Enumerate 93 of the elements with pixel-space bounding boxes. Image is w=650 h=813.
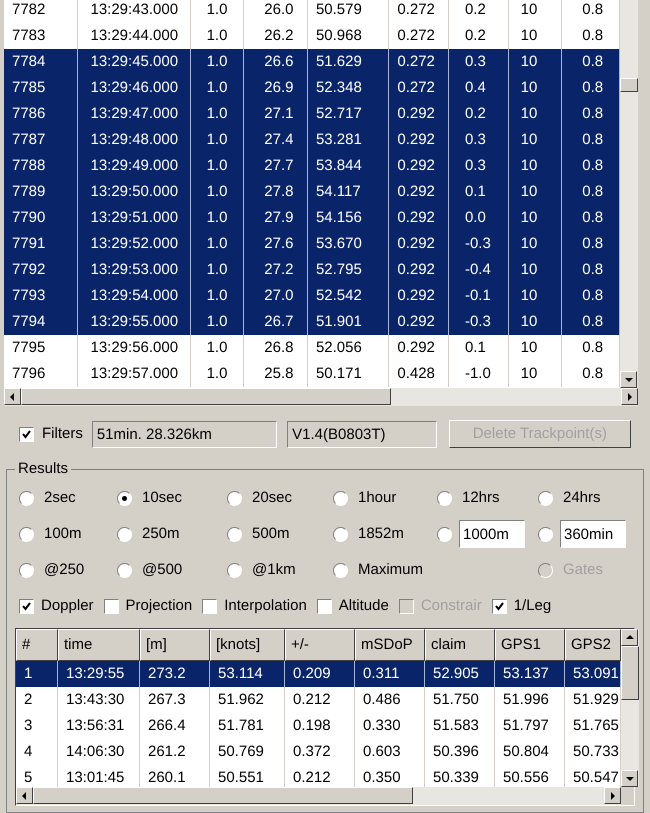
column-header[interactable]: +/- bbox=[285, 629, 355, 661]
option-label: @500 bbox=[142, 560, 182, 580]
radio-button[interactable] bbox=[437, 526, 452, 542]
checkbox-label: Doppler bbox=[41, 596, 94, 616]
table-row[interactable]: 7791 13:29:52.000 1.0 27.6 53.670 0.292 -0.3 10 0.8 bbox=[4, 231, 620, 257]
column-header[interactable]: [knots] bbox=[210, 629, 285, 661]
table-row[interactable]: 7792 13:29:53.000 1.0 27.2 52.795 0.292 -0.4 10 0.8 bbox=[4, 257, 620, 283]
table-row[interactable]: 7784 13:29:45.000 1.0 26.6 51.629 0.272 0.3 10 0.8 bbox=[4, 49, 620, 75]
scrollbar-thumb[interactable] bbox=[621, 646, 639, 700]
checkbox[interactable] bbox=[19, 598, 34, 614]
option-label: 10sec bbox=[142, 488, 182, 508]
option-label: 24hrs bbox=[563, 488, 601, 508]
scroll-arrow-button[interactable] bbox=[4, 388, 21, 405]
checkbox[interactable] bbox=[202, 598, 218, 614]
column-header[interactable]: mSDoP bbox=[355, 629, 425, 661]
horizontal-scrollbar[interactable] bbox=[16, 787, 621, 805]
table-row[interactable]: 7790 13:29:51.000 1.0 27.9 54.156 0.292 0.0 10 0.8 bbox=[4, 205, 620, 231]
column-header[interactable]: claim bbox=[425, 629, 495, 661]
table-cell: 25.8 bbox=[244, 361, 308, 387]
table-cell: 7796 bbox=[4, 361, 78, 387]
column-header[interactable]: time bbox=[58, 629, 140, 661]
radio-button[interactable] bbox=[538, 526, 553, 542]
checkbox[interactable] bbox=[316, 598, 332, 614]
scroll-arrow-button[interactable] bbox=[621, 629, 638, 646]
radio-button[interactable] bbox=[117, 490, 132, 506]
scroll-arrow-button[interactable] bbox=[620, 371, 637, 388]
radio-button[interactable] bbox=[227, 526, 242, 542]
vertical-scrollbar[interactable] bbox=[621, 629, 639, 787]
option-label: 12hrs bbox=[462, 488, 500, 508]
option-label: 2sec bbox=[44, 488, 76, 508]
radio-button[interactable] bbox=[19, 490, 34, 506]
scrollbar-thumb[interactable] bbox=[33, 787, 413, 804]
checkbox[interactable] bbox=[19, 426, 34, 442]
table-row[interactable]: 7794 13:29:55.000 1.0 26.7 51.901 0.292 -0.3 10 0.8 bbox=[4, 309, 620, 335]
checkbox-label: Altitude bbox=[338, 596, 389, 616]
radio-button[interactable] bbox=[538, 490, 553, 506]
custom-value-field[interactable]: 360min bbox=[560, 520, 626, 548]
option-label: 500m bbox=[252, 524, 290, 544]
checkbox-label: 1/Leg bbox=[514, 596, 552, 616]
custom-value-field[interactable]: 1000m bbox=[459, 520, 525, 548]
scrollbar-thumb[interactable] bbox=[21, 388, 391, 405]
version-field: V1.4(B0803T) bbox=[287, 420, 437, 448]
column-header[interactable]: GPS2 bbox=[565, 629, 621, 661]
filters-label: Filters bbox=[42, 424, 84, 444]
radio-button[interactable] bbox=[227, 562, 242, 578]
column-header[interactable]: GPS1 bbox=[495, 629, 565, 661]
radio-button[interactable] bbox=[333, 526, 348, 542]
table-cell: 13:29:57.000 bbox=[78, 361, 191, 387]
checkmark-icon bbox=[22, 602, 31, 610]
scroll-arrow-button[interactable] bbox=[16, 787, 33, 804]
option-label: Maximum bbox=[358, 560, 424, 580]
column-header[interactable]: [m] bbox=[140, 629, 210, 661]
table-row[interactable]: 7786 13:29:47.000 1.0 27.1 52.717 0.292 0.2 10 0.8 bbox=[4, 101, 620, 127]
vertical-scrollbar[interactable] bbox=[620, 0, 638, 388]
scroll-arrow-button[interactable] bbox=[621, 388, 638, 405]
radio-button[interactable] bbox=[117, 562, 132, 578]
table-cell: 50.171 bbox=[308, 361, 390, 387]
checkbox-label: Interpolation bbox=[224, 596, 307, 616]
horizontal-scrollbar[interactable] bbox=[4, 388, 638, 406]
column-header[interactable]: # bbox=[16, 629, 58, 661]
scroll-arrow-button[interactable] bbox=[621, 770, 638, 787]
scroll-arrow-button[interactable] bbox=[604, 787, 621, 804]
checkbox[interactable] bbox=[104, 598, 119, 614]
table-row[interactable]: 7787 13:29:48.000 1.0 27.4 53.281 0.292 0.3 10 0.8 bbox=[4, 127, 620, 153]
table-row[interactable]: 7793 13:29:54.000 1.0 27.0 52.542 0.292 -0.1 10 0.8 bbox=[4, 283, 620, 309]
option-label: 1hour bbox=[358, 488, 396, 508]
checkmark-icon bbox=[494, 602, 504, 610]
option-label: @1km bbox=[252, 560, 296, 580]
summary-field: 51min. 28.326km bbox=[92, 420, 278, 448]
table-cell: 10 bbox=[508, 361, 562, 387]
option-label: 1852m bbox=[358, 524, 404, 544]
option-label: 100m bbox=[44, 524, 82, 544]
radio-button[interactable] bbox=[117, 526, 132, 542]
scrollbar-thumb[interactable] bbox=[620, 78, 638, 92]
option-label: @250 bbox=[44, 560, 84, 580]
radio-button[interactable] bbox=[19, 562, 34, 578]
table-row[interactable]: 7788 13:29:49.000 1.0 27.7 53.844 0.292 0.3 10 0.8 bbox=[4, 153, 620, 179]
radio-button[interactable] bbox=[19, 526, 34, 542]
table-cell: 1.0 bbox=[190, 361, 244, 387]
checkbox-label: Projection bbox=[126, 596, 192, 616]
option-label: 250m bbox=[142, 524, 180, 544]
radio-button[interactable] bbox=[437, 490, 452, 506]
table-cell: -1.0 bbox=[448, 361, 509, 387]
radio-button[interactable] bbox=[227, 490, 242, 506]
option-label: 20sec bbox=[252, 488, 292, 508]
table-row[interactable]: 7789 13:29:50.000 1.0 27.8 54.117 0.292 0.1 10 0.8 bbox=[4, 179, 620, 205]
radio-button[interactable] bbox=[333, 562, 348, 578]
checkbox[interactable] bbox=[492, 598, 507, 614]
radio-button[interactable] bbox=[333, 490, 348, 506]
table-row[interactable]: 1 13:29:55 273.2 53.114 0.209 0.311 52.905 53.137 53.091 bbox=[16, 661, 621, 687]
table-cell: 0.428 bbox=[389, 361, 449, 387]
table-row[interactable]: 7785 13:29:46.000 1.0 26.9 52.348 0.272 0.4 10 0.8 bbox=[4, 75, 620, 101]
checkmark-icon bbox=[22, 430, 31, 438]
